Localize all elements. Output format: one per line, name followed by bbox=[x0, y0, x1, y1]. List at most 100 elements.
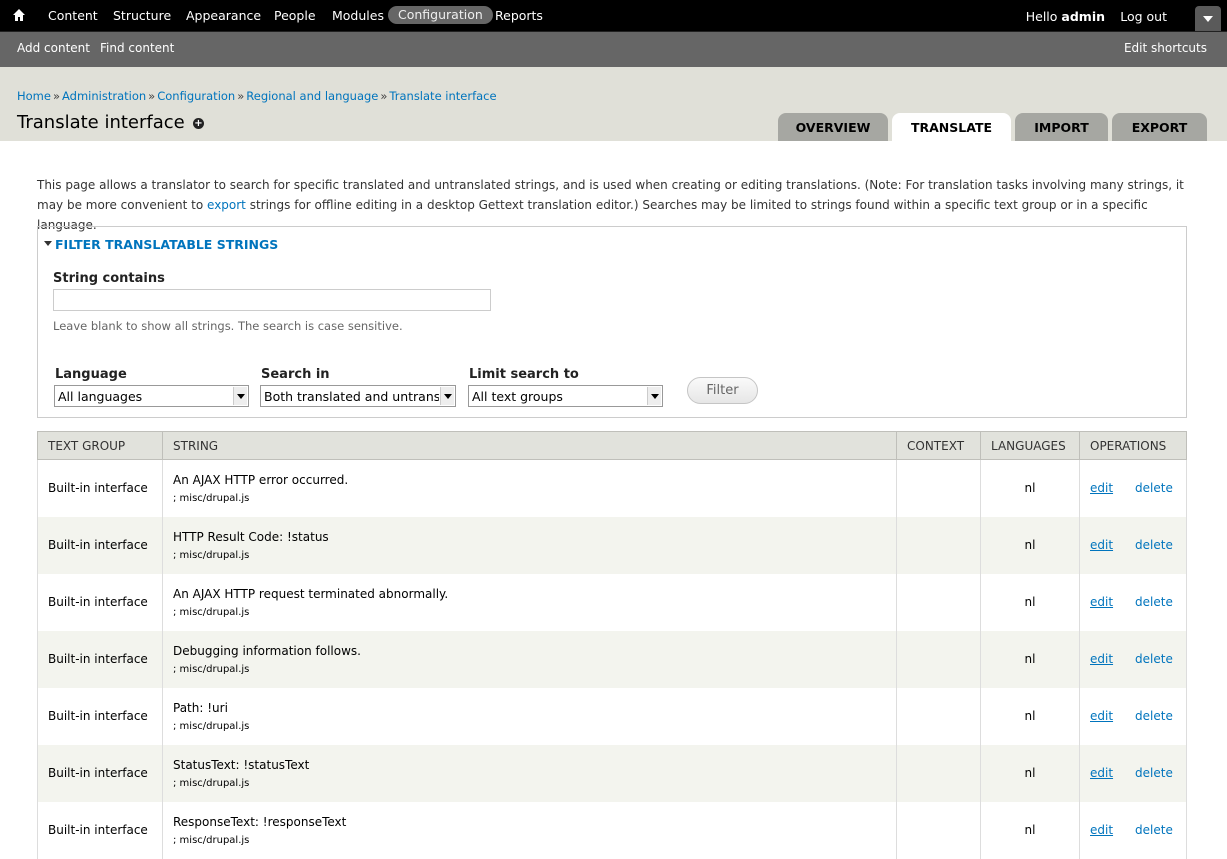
delete-link[interactable]: delete bbox=[1135, 481, 1173, 495]
filter-button[interactable]: Filter bbox=[687, 377, 758, 404]
context-cell bbox=[896, 516, 981, 574]
shortcuts-bar: Add content Find content Edit shortcuts bbox=[0, 32, 1227, 67]
toolbar-menu-structure[interactable]: Structure bbox=[113, 9, 171, 23]
string-contains-label: String contains bbox=[53, 271, 165, 286]
breadcrumb-configuration[interactable]: Configuration bbox=[157, 89, 235, 103]
delete-link[interactable]: delete bbox=[1135, 766, 1173, 780]
column-header-string[interactable]: String bbox=[162, 431, 897, 460]
operations-cell: edit delete bbox=[1079, 459, 1187, 517]
add-shortcut-icon[interactable]: + bbox=[193, 118, 204, 129]
breadcrumb-translate-interface[interactable]: Translate interface bbox=[389, 89, 496, 103]
tab-export[interactable]: Export bbox=[1112, 113, 1207, 141]
toolbar-menu-configuration[interactable]: Configuration bbox=[388, 6, 493, 24]
string-cell: Debugging information follows. ; misc/dr… bbox=[162, 630, 897, 688]
export-link[interactable]: export bbox=[207, 198, 246, 212]
string-contains-input[interactable] bbox=[53, 289, 491, 311]
string-location: ; misc/drupal.js bbox=[173, 834, 250, 846]
toolbar-menu-reports[interactable]: Reports bbox=[495, 9, 543, 23]
admin-toolbar: Content Structure Appearance People Modu… bbox=[0, 0, 1227, 32]
table-row: Built-in interface Path: !uri ; misc/dru… bbox=[37, 687, 1187, 745]
string-location: ; misc/drupal.js bbox=[173, 606, 250, 618]
logout-link[interactable]: Log out bbox=[1120, 9, 1167, 24]
search-in-select[interactable]: Both translated and untranslated strings bbox=[260, 385, 456, 407]
source-string: HTTP Result Code: !status bbox=[173, 529, 329, 544]
page-header: Home» Administration» Configuration» Region… bbox=[0, 67, 1227, 141]
string-cell: HTTP Result Code: !status ; misc/drupal.… bbox=[162, 516, 897, 574]
edit-link[interactable]: edit bbox=[1090, 652, 1113, 666]
column-header-text-group[interactable]: Text group bbox=[37, 431, 163, 460]
limit-search-select-value: All text groups bbox=[472, 389, 563, 404]
string-contains-description: Leave blank to show all strings. The sea… bbox=[53, 319, 403, 333]
tab-translate[interactable]: Translate bbox=[892, 113, 1011, 141]
tab-import[interactable]: Import bbox=[1015, 113, 1108, 141]
string-location: ; misc/drupal.js bbox=[173, 720, 250, 732]
source-string: Path: !uri bbox=[173, 700, 228, 715]
languages-cell: nl bbox=[980, 516, 1080, 574]
languages-cell: nl bbox=[980, 630, 1080, 688]
shortcut-find-content[interactable]: Find content bbox=[100, 41, 174, 55]
home-icon[interactable] bbox=[12, 8, 30, 24]
string-location: ; misc/drupal.js bbox=[173, 549, 250, 561]
column-header-context[interactable]: Context bbox=[896, 431, 981, 460]
delete-link[interactable]: delete bbox=[1135, 652, 1173, 666]
text-group-cell: Built-in interface bbox=[37, 573, 163, 631]
string-cell: An AJAX HTTP request terminated abnormal… bbox=[162, 573, 897, 631]
string-location: ; misc/drupal.js bbox=[173, 777, 250, 789]
limit-search-label: Limit search to bbox=[469, 367, 579, 382]
text-group-cell: Built-in interface bbox=[37, 687, 163, 745]
filter-legend-toggle[interactable]: Filter translatable strings bbox=[44, 237, 278, 252]
edit-link[interactable]: edit bbox=[1090, 709, 1113, 723]
source-string: Debugging information follows. bbox=[173, 643, 361, 658]
string-location: ; misc/drupal.js bbox=[173, 663, 250, 675]
strings-table: Text group String Context Languages Oper… bbox=[37, 431, 1187, 859]
language-select[interactable]: All languages bbox=[54, 385, 249, 407]
tab-overview[interactable]: Overview bbox=[778, 113, 888, 141]
breadcrumb-administration[interactable]: Administration bbox=[62, 89, 146, 103]
delete-link[interactable]: delete bbox=[1135, 538, 1173, 552]
table-header-row: Text group String Context Languages Oper… bbox=[37, 431, 1187, 460]
shortcut-add-content[interactable]: Add content bbox=[17, 41, 90, 55]
filter-legend-label: Filter translatable strings bbox=[55, 237, 279, 252]
table-row: Built-in interface An AJAX HTTP request … bbox=[37, 573, 1187, 631]
delete-link[interactable]: delete bbox=[1135, 823, 1173, 837]
language-label: Language bbox=[55, 367, 127, 382]
chevron-down-icon bbox=[1203, 16, 1213, 22]
toolbar-menu-people[interactable]: People bbox=[274, 9, 316, 23]
username-link[interactable]: admin bbox=[1061, 9, 1105, 24]
operations-cell: edit delete bbox=[1079, 630, 1187, 688]
operations-cell: edit delete bbox=[1079, 573, 1187, 631]
breadcrumb-home[interactable]: Home bbox=[17, 89, 51, 103]
edit-link[interactable]: edit bbox=[1090, 595, 1113, 609]
dropdown-arrow-icon bbox=[647, 387, 661, 405]
search-in-label: Search in bbox=[261, 367, 330, 382]
table-row: Built-in interface Debugging information… bbox=[37, 630, 1187, 688]
limit-search-select[interactable]: All text groups bbox=[468, 385, 663, 407]
breadcrumb-separator: » bbox=[380, 89, 388, 103]
string-cell: StatusText: !statusText ; misc/drupal.js bbox=[162, 744, 897, 802]
greeting-prefix: Hello bbox=[1025, 9, 1062, 24]
delete-link[interactable]: delete bbox=[1135, 595, 1173, 609]
operations-cell: edit delete bbox=[1079, 801, 1187, 859]
context-cell bbox=[896, 630, 981, 688]
breadcrumb-regional-language[interactable]: Regional and language bbox=[246, 89, 378, 103]
toolbar-menu-content[interactable]: Content bbox=[48, 9, 98, 23]
edit-link[interactable]: edit bbox=[1090, 766, 1113, 780]
edit-link[interactable]: edit bbox=[1090, 823, 1113, 837]
edit-link[interactable]: edit bbox=[1090, 538, 1113, 552]
context-cell bbox=[896, 573, 981, 631]
shortcuts-toggle-button[interactable] bbox=[1195, 6, 1221, 31]
delete-link[interactable]: delete bbox=[1135, 709, 1173, 723]
text-group-cell: Built-in interface bbox=[37, 801, 163, 859]
breadcrumb-separator: » bbox=[148, 89, 156, 103]
edit-shortcuts-link[interactable]: Edit shortcuts bbox=[1124, 41, 1207, 55]
table-row: Built-in interface ResponseText: !respon… bbox=[37, 801, 1187, 859]
edit-link[interactable]: edit bbox=[1090, 481, 1113, 495]
operations-cell: edit delete bbox=[1079, 687, 1187, 745]
page-title: Translate interface bbox=[17, 112, 185, 133]
toolbar-menu-modules[interactable]: Modules bbox=[332, 9, 384, 23]
dropdown-arrow-icon bbox=[440, 387, 454, 405]
language-select-value: All languages bbox=[58, 389, 143, 404]
source-string: An AJAX HTTP error occurred. bbox=[173, 472, 349, 487]
toolbar-menu-appearance[interactable]: Appearance bbox=[186, 9, 261, 23]
text-group-cell: Built-in interface bbox=[37, 744, 163, 802]
